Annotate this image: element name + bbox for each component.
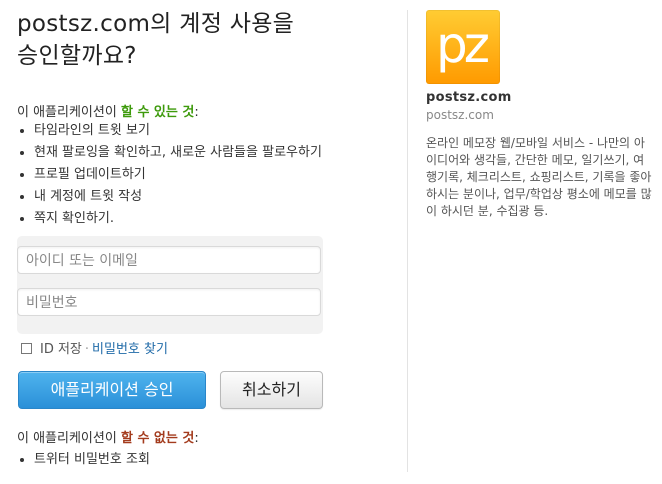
permission-item: 내 계정에 트윗 작성 [17, 186, 322, 208]
password-input[interactable]: 비밀번호 [17, 288, 321, 316]
password-placeholder: 비밀번호 [26, 295, 78, 311]
restriction-item: 트위터 비밀번호 조회 [17, 449, 150, 471]
remember-row: ID 저장 · 비밀번호 찾기 [21, 338, 168, 357]
app-info-panel: pz postsz.com postsz.com 온라인 메모장 웹/모바일 서… [426, 10, 656, 220]
authorization-panel: postsz.com의 계정 사용을 승인할까요? 이 애플리케이션이 할 수 … [17, 8, 387, 467]
restrictions-heading-highlight: 할 수 없는 것 [120, 431, 195, 446]
cancel-button[interactable]: 취소하기 [220, 371, 323, 409]
remember-id-label[interactable]: ID 저장 [40, 342, 82, 357]
permission-item: 현재 팔로잉을 확인하고, 새로운 사람들을 팔로우하기 [17, 142, 322, 164]
username-input[interactable]: 아이디 또는 이메일 [17, 246, 321, 274]
restrictions-heading: 이 애플리케이션이 할 수 없는 것: [17, 427, 199, 446]
restrictions-heading-prefix: 이 애플리케이션이 [17, 431, 121, 446]
permission-item: 쪽지 확인하기. [17, 208, 322, 230]
permissions-heading-highlight: 할 수 있는 것 [120, 105, 195, 120]
remember-id-checkbox[interactable] [21, 343, 32, 354]
app-organization: postsz.com [426, 108, 494, 122]
username-placeholder: 아이디 또는 이메일 [26, 253, 138, 269]
page-title: postsz.com의 계정 사용을 승인할까요? [17, 8, 387, 72]
permissions-list: 타임라인의 트윗 보기 현재 팔로잉을 확인하고, 새로운 사람들을 팔로우하기… [17, 120, 322, 230]
forgot-password-link[interactable]: 비밀번호 찾기 [92, 342, 168, 357]
permission-item: 프로필 업데이트하기 [17, 164, 322, 186]
permissions-heading-suffix: : [194, 105, 199, 120]
column-divider [407, 10, 408, 472]
separator: · [84, 342, 90, 357]
restrictions-list: 트위터 비밀번호 조회 [17, 449, 150, 471]
permission-item: 타임라인의 트윗 보기 [17, 120, 322, 142]
app-logo: pz [426, 10, 500, 84]
app-name: postsz.com [426, 90, 512, 105]
app-description: 온라인 메모장 웹/모바일 서비스 - 나만의 아이디어와 생각들, 간단한 메… [426, 136, 652, 218]
permissions-heading-prefix: 이 애플리케이션이 [17, 105, 121, 120]
restrictions-heading-suffix: : [194, 431, 199, 446]
permissions-heading: 이 애플리케이션이 할 수 있는 것: [17, 101, 199, 120]
page-title-line1: postsz.com의 계정 사용을 [17, 11, 295, 37]
login-form: 아이디 또는 이메일 비밀번호 [17, 236, 323, 334]
app-logo-text: pz [436, 16, 490, 74]
page-title-line2: 승인할까요? [17, 43, 137, 69]
approve-button[interactable]: 애플리케이션 승인 [18, 371, 206, 409]
